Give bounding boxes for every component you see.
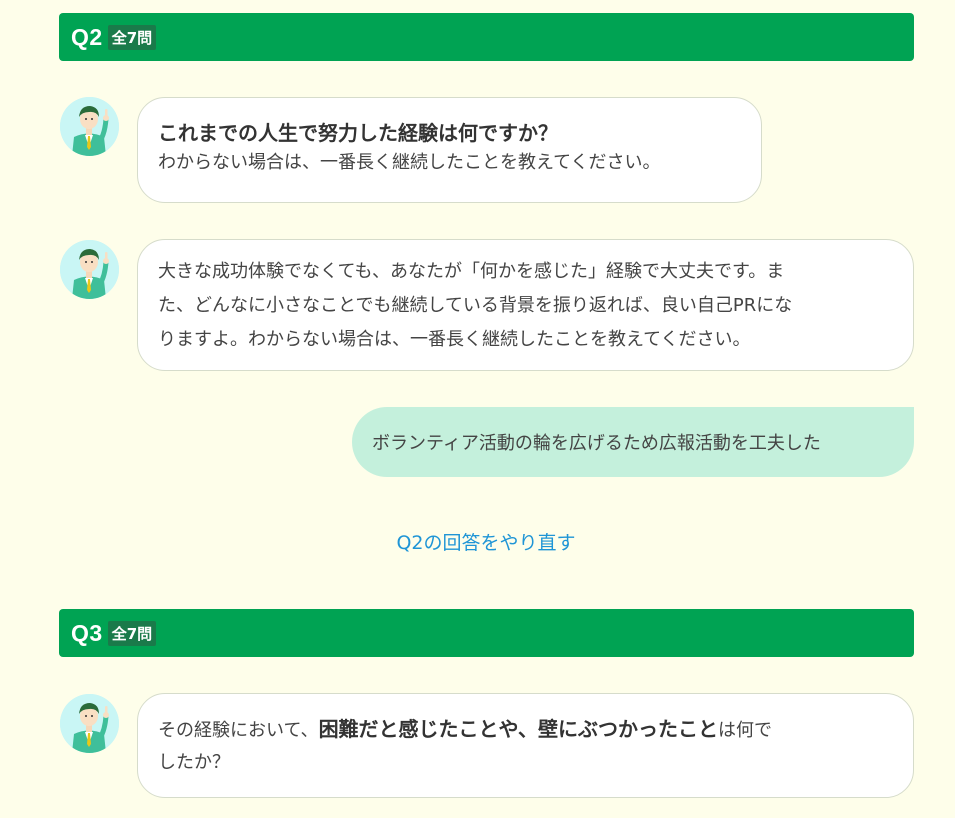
advisor-message-bubble: 大きな成功体験でなくても、あなたが「何かを感じた」経験で大丈夫です。ま た、どん… (137, 239, 914, 371)
advisor-message-bubble: これまでの人生で努力した経験は何ですか？ わからない場合は、一番長く継続したこと… (137, 97, 762, 203)
message-line: したか？ (158, 752, 230, 773)
chat-page: Q2 全7問 これまでの人生で努力した経験は何ですか？ わからない場合は、一番長… (0, 0, 955, 818)
question-total-badge: 全7問 (107, 24, 157, 50)
message-suffix: は何で (717, 720, 772, 741)
message-line: 大きな成功体験でなくても、あなたが「何かを感じた」経験で大丈夫です。ま (158, 261, 785, 282)
q3-header: Q3 全7問 (59, 609, 914, 657)
redo-q2-link[interactable]: Q2の回答をやり直す (0, 528, 955, 555)
q2-header: Q2 全7問 (59, 13, 914, 61)
advisor-avatar-icon (60, 694, 119, 753)
advisor-avatar-icon (60, 97, 119, 156)
message-line: た、どんなに小さなことでも継続している背景を振り返れば、良い自己PRにな (158, 295, 793, 316)
user-answer-bubble: ボランティア活動の輪を広げるため広報活動を工夫した (352, 407, 914, 477)
question-total-badge: 全7問 (107, 620, 157, 646)
message-emphasis: 困難だと感じたことや、壁にぶつかったこと (318, 717, 718, 741)
advisor-avatar-icon (60, 240, 119, 299)
message-line: その経験において、困難だと感じたことや、壁にぶつかったことは何で (158, 713, 893, 747)
message-prefix: その経験において、 (158, 720, 319, 741)
advisor-message-bubble: その経験において、困難だと感じたことや、壁にぶつかったことは何で したか？ (137, 693, 914, 798)
message-line: りますよ。わからない場合は、一番長く継続したことを教えてください。 (158, 329, 751, 350)
question-number: Q2 (71, 23, 103, 50)
question-title: これまでの人生で努力した経験は何ですか？ (158, 121, 558, 145)
user-answer-text: ボランティア活動の輪を広げるため広報活動を工夫した (372, 433, 821, 454)
question-hint: わからない場合は、一番長く継続したことを教えてください。 (158, 152, 661, 173)
question-number: Q3 (71, 619, 103, 646)
